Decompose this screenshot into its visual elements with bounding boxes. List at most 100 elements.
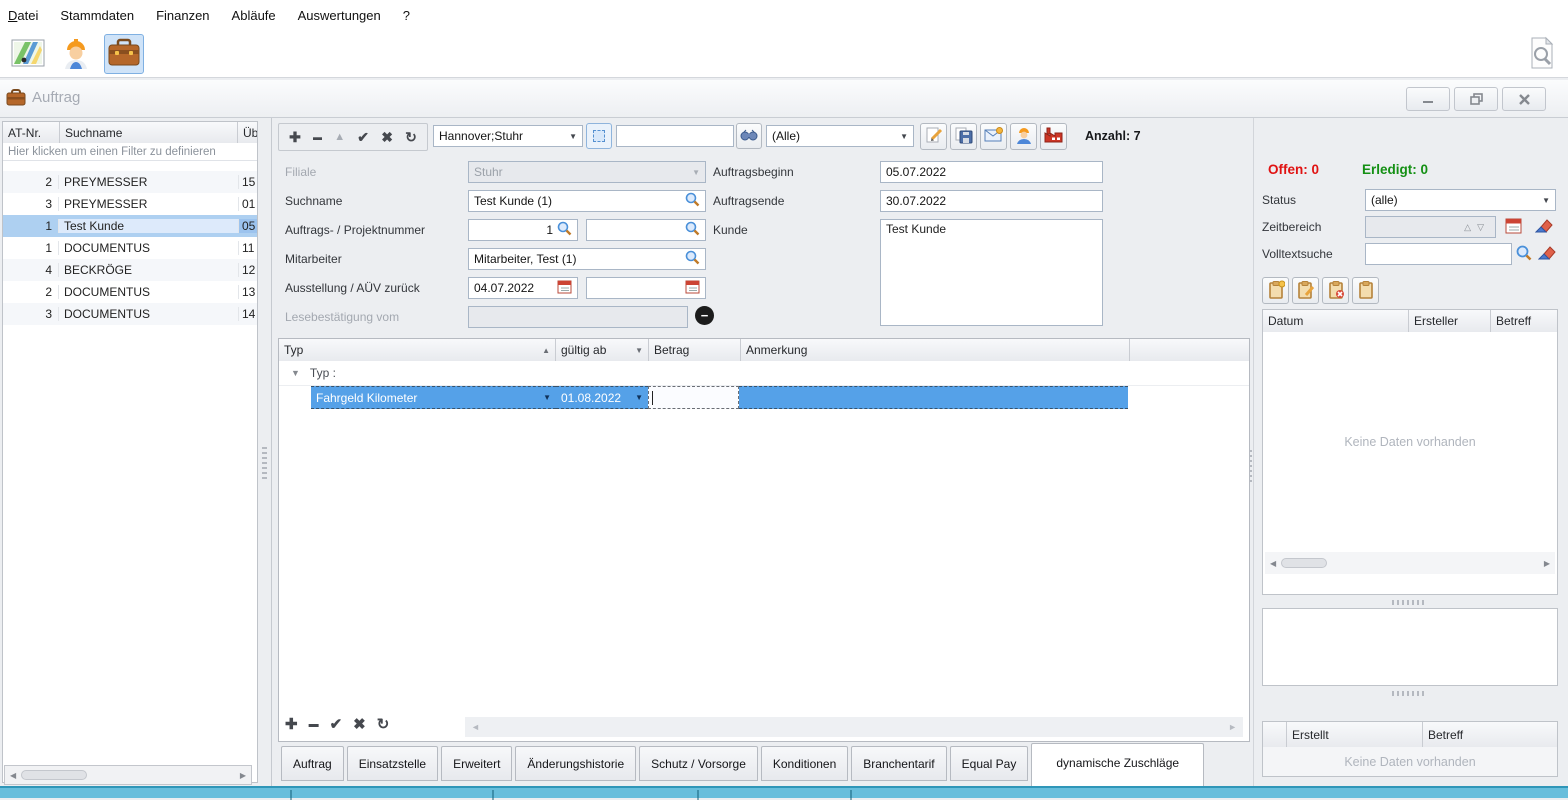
- remove-record-icon[interactable]: ▬: [313, 132, 322, 142]
- zeitbereich-clear-button[interactable]: [1530, 216, 1557, 238]
- grid-column-typ[interactable]: Typ ▲: [279, 339, 556, 361]
- tab-konditionen[interactable]: Konditionen: [761, 746, 848, 781]
- gueltig-ab-cell-select[interactable]: 01.08.2022 ▼: [556, 386, 648, 409]
- column-header-betreff[interactable]: Betreff: [1491, 310, 1557, 332]
- auev-zurueck-date-field[interactable]: [586, 277, 706, 299]
- zeitbereich-calendar-button[interactable]: [1500, 216, 1527, 238]
- close-button[interactable]: [1502, 87, 1546, 111]
- menu-item-datei[interactable]: Datei: [8, 8, 38, 23]
- column-header-erstellt[interactable]: Erstellt: [1287, 722, 1423, 747]
- grid-hscrollbar[interactable]: ◄ ►: [465, 717, 1243, 737]
- column-header-atnr[interactable]: AT-Nr.: [3, 122, 60, 143]
- grid-group-row[interactable]: ▼ Typ :: [279, 361, 1249, 386]
- type-filter-select[interactable]: (Alle) ▼: [766, 125, 914, 147]
- column-header-ueb[interactable]: Üb: [238, 122, 257, 143]
- minimize-button[interactable]: [1406, 87, 1450, 111]
- confirm-icon[interactable]: ✔: [357, 129, 369, 146]
- up-icon[interactable]: ▲: [334, 131, 345, 143]
- scrollbar-thumb[interactable]: [21, 770, 87, 780]
- group-collapse-icon[interactable]: ▼: [291, 368, 300, 378]
- column-header-ersteller[interactable]: Ersteller: [1409, 310, 1491, 332]
- auftragsende-field[interactable]: 30.07.2022: [880, 190, 1103, 212]
- scroll-left-icon[interactable]: ◀: [5, 771, 21, 780]
- customer-link-button[interactable]: [1040, 123, 1067, 150]
- column-header-betreff2[interactable]: Betreff: [1423, 722, 1557, 747]
- tab-schutz-vorsorge[interactable]: Schutz / Vorsorge: [639, 746, 758, 781]
- anmerkung-cell[interactable]: [739, 386, 1128, 409]
- table-row[interactable]: 1 DOCUMENTUS 11: [3, 237, 257, 259]
- search-icon[interactable]: [685, 221, 700, 239]
- docs-splitter-handle[interactable]: [1392, 691, 1424, 696]
- new-note-button[interactable]: [1262, 277, 1289, 304]
- left-table-hscrollbar[interactable]: ◀ ▶: [4, 765, 252, 785]
- table-row[interactable]: 2 DOCUMENTUS 13: [3, 281, 257, 303]
- tab-dynamische-zuschlaege[interactable]: dynamische Zuschläge: [1031, 743, 1204, 787]
- confirm-row-icon[interactable]: ✔: [330, 715, 343, 733]
- grid-column-anmerkung[interactable]: Anmerkung: [741, 339, 1130, 361]
- cancel-row-icon[interactable]: ✖: [353, 715, 366, 733]
- remove-confirmation-button[interactable]: −: [695, 306, 714, 325]
- copy-note-button[interactable]: [1352, 277, 1379, 304]
- scroll-left-icon[interactable]: ◀: [1265, 559, 1281, 568]
- tab-aenderungshistorie[interactable]: Änderungshistorie: [515, 746, 636, 781]
- column-header-suchname[interactable]: Suchname: [60, 122, 238, 143]
- search-icon[interactable]: [685, 192, 700, 210]
- left-splitter-handle[interactable]: [262, 447, 267, 481]
- menu-item-ablaeufe[interactable]: Abläufe: [232, 8, 276, 23]
- quick-search-input[interactable]: [616, 125, 734, 147]
- search-icon[interactable]: [685, 250, 700, 268]
- table-row-selected[interactable]: 1 Test Kunde 05: [3, 215, 257, 237]
- spin-up-down-icons[interactable]: △▽: [1464, 222, 1490, 233]
- volltextsuche-clear-button[interactable]: [1536, 243, 1558, 265]
- scroll-right-icon[interactable]: ▶: [235, 771, 251, 780]
- tab-auftrag[interactable]: Auftrag: [281, 746, 344, 781]
- menu-item-help[interactable]: ?: [403, 8, 410, 23]
- mitarbeiter-field[interactable]: Mitarbeiter, Test (1): [468, 248, 706, 270]
- calendar-icon[interactable]: [557, 280, 572, 297]
- table-row[interactable]: 3 PREYMESSER 01: [3, 193, 257, 215]
- tab-equal-pay[interactable]: Equal Pay: [950, 746, 1029, 781]
- scroll-right-icon[interactable]: ►: [1228, 722, 1237, 732]
- order-module-button[interactable]: [104, 34, 144, 74]
- employee-module-button[interactable]: [56, 34, 96, 74]
- auftragsbeginn-field[interactable]: 05.07.2022: [880, 161, 1103, 183]
- calendar-icon[interactable]: [685, 280, 700, 297]
- volltextsuche-search-button[interactable]: [1513, 243, 1535, 265]
- grid-column-betrag[interactable]: Betrag: [649, 339, 741, 361]
- restore-button[interactable]: [1454, 87, 1498, 111]
- filter-down-icon[interactable]: ▼: [635, 346, 643, 355]
- add-row-icon[interactable]: ✚: [285, 715, 298, 733]
- map-module-button[interactable]: [8, 34, 48, 74]
- tab-einsatzstelle[interactable]: Einsatzstelle: [347, 746, 438, 781]
- edit-note-button[interactable]: [1292, 277, 1319, 304]
- cancel-icon[interactable]: ✖: [381, 129, 393, 146]
- status-select[interactable]: (alle) ▼: [1365, 189, 1556, 211]
- auftragsnummer-field[interactable]: 1: [468, 219, 578, 241]
- column-header-datum[interactable]: Datum: [1263, 310, 1409, 332]
- suchname-field[interactable]: Test Kunde (1): [468, 190, 706, 212]
- document-preview-button[interactable]: [1522, 34, 1562, 74]
- table-row[interactable]: 3 DOCUMENTUS 14: [3, 303, 257, 325]
- table-row[interactable]: 2 PREYMESSER 15: [3, 171, 257, 193]
- table-row[interactable]: 4 BECKRÖGE 12: [3, 259, 257, 281]
- branch-filter-select[interactable]: Hannover;Stuhr ▼: [433, 125, 583, 147]
- edit-document-button[interactable]: [920, 123, 947, 150]
- menu-item-stammdaten[interactable]: Stammdaten: [60, 8, 134, 23]
- grid-column-gueltig-ab[interactable]: gültig ab ▼: [556, 339, 649, 361]
- projektnummer-field[interactable]: [586, 219, 706, 241]
- ausstellung-date-field[interactable]: 04.07.2022: [468, 277, 578, 299]
- kunde-textarea[interactable]: Test Kunde: [880, 219, 1103, 326]
- branch-selection-button[interactable]: [586, 123, 612, 149]
- filter-row[interactable]: Hier klicken um einen Filter zu definier…: [3, 143, 257, 161]
- employee-link-button[interactable]: [1010, 123, 1037, 150]
- scroll-right-icon[interactable]: ▶: [1539, 559, 1555, 568]
- tab-erweitert[interactable]: Erweitert: [441, 746, 512, 781]
- notes-hscrollbar[interactable]: ◀ ▶: [1265, 552, 1555, 574]
- search-button[interactable]: [736, 123, 762, 149]
- scrollbar-thumb[interactable]: [1281, 558, 1327, 568]
- scroll-left-icon[interactable]: ◄: [471, 722, 480, 732]
- note-preview-box[interactable]: [1262, 608, 1558, 686]
- search-icon[interactable]: [557, 221, 572, 239]
- grid-row-selected[interactable]: Fahrgeld Kilometer ▼ 01.08.2022 ▼: [279, 386, 1249, 409]
- delete-note-button[interactable]: [1322, 277, 1349, 304]
